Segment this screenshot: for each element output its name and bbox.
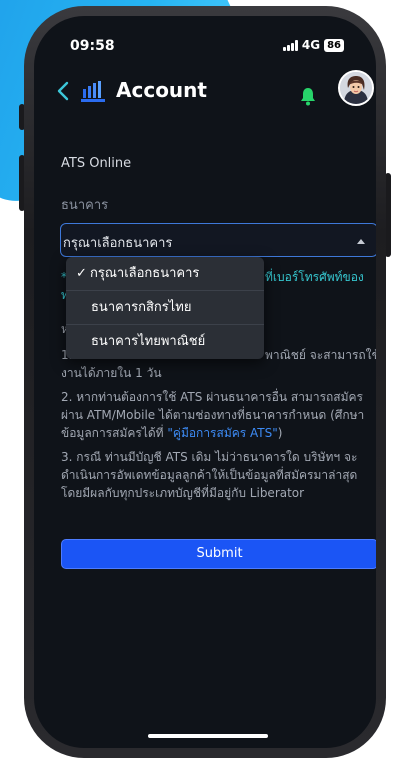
bank-select[interactable]: กรุณาเลือกธนาคาร bbox=[60, 223, 376, 257]
app-header: Account bbox=[34, 70, 376, 114]
liberator-logo-icon bbox=[80, 80, 106, 104]
page-title: Account bbox=[116, 78, 207, 102]
avatar[interactable] bbox=[338, 70, 374, 106]
signal-icon bbox=[282, 39, 298, 51]
network-type: 4G bbox=[301, 38, 321, 52]
screen: 09:58 4G 86 Account ATS Online ธนาคาร กร… bbox=[34, 16, 376, 748]
phone-frame: 09:58 4G 86 Account ATS Online ธนาคาร กร… bbox=[24, 6, 386, 758]
battery-icon: 86 bbox=[324, 38, 344, 52]
dropdown-option-scb[interactable]: ธนาคารไทยพาณิชย์ bbox=[66, 325, 264, 359]
bank-select-value: กรุณาเลือกธนาคาร bbox=[63, 236, 173, 251]
info-2-end: ) bbox=[277, 426, 283, 440]
info-1-end: พาณิชย์ จะสามารถใช้ bbox=[265, 348, 376, 362]
submit-button[interactable]: Submit bbox=[61, 539, 376, 569]
status-time: 09:58 bbox=[70, 38, 115, 54]
dropdown-option-placeholder[interactable]: ✓ กรุณาเลือกธนาคาร bbox=[66, 257, 264, 291]
home-indicator[interactable] bbox=[148, 734, 268, 738]
status-bar: 09:58 4G 86 bbox=[34, 16, 376, 64]
bell-icon[interactable] bbox=[300, 86, 316, 106]
section-title: ATS Online bbox=[61, 156, 132, 171]
checkmark-icon: ✓ bbox=[76, 266, 87, 281]
note-teal-end: ที่เบอร์โทรศัพท์ของ bbox=[265, 270, 364, 284]
ats-guide-link[interactable]: "คู่มือการสมัคร ATS" bbox=[167, 426, 277, 440]
info-1-line2: งานได้ภายใน 1 วัน bbox=[61, 366, 162, 380]
dropdown-option-label: กรุณาเลือกธนาคาร bbox=[90, 266, 200, 281]
bank-label: ธนาคาร bbox=[61, 198, 109, 213]
info-2: 2. หากท่านต้องการใช้ ATS ผ่านธนาคารอื่น … bbox=[61, 388, 376, 442]
status-indicators: 4G 86 bbox=[282, 38, 344, 52]
caret-up-icon bbox=[357, 239, 365, 244]
bank-dropdown-menu: ✓ กรุณาเลือกธนาคาร ธนาคารกสิกรไทย ธนาคารไ… bbox=[66, 257, 264, 359]
dropdown-option-kasikorn[interactable]: ธนาคารกสิกรไทย bbox=[66, 291, 264, 325]
info-3: 3. กรณี ท่านมีบัญชี ATS เดิม ไม่ว่าธนาคา… bbox=[61, 450, 358, 500]
chevron-left-icon[interactable] bbox=[56, 80, 76, 104]
